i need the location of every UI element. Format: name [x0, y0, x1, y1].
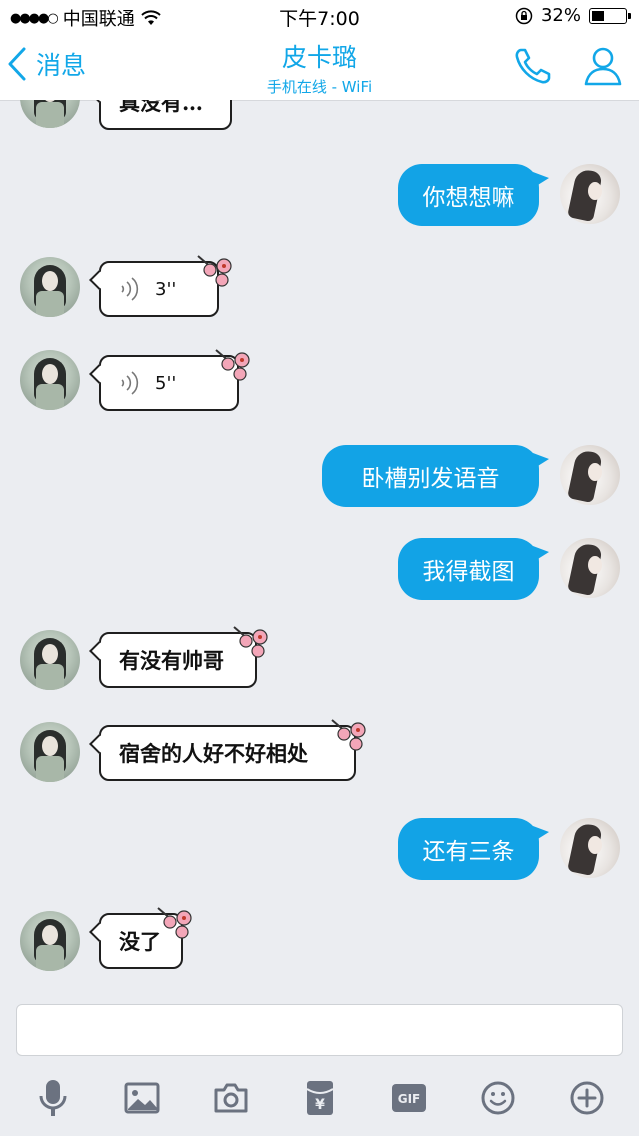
contact-avatar[interactable] — [20, 911, 80, 971]
more-button[interactable] — [565, 1076, 609, 1120]
red-packet-button[interactable]: ¥ — [298, 1076, 342, 1120]
voice-wave-icon — [121, 277, 139, 301]
orientation-lock-icon — [515, 7, 533, 24]
contact-avatar[interactable] — [20, 722, 80, 782]
voice-duration: 3'' — [155, 278, 177, 300]
red-packet-icon: ¥ — [305, 1081, 334, 1115]
status-right: 32% — [515, 5, 631, 26]
battery-icon — [589, 7, 631, 24]
message-bubble-sent[interactable]: 你想想嘛 — [398, 164, 549, 226]
image-button[interactable] — [120, 1076, 164, 1120]
image-icon — [124, 1082, 159, 1114]
my-avatar[interactable] — [560, 818, 620, 878]
flower-sticker-icon — [197, 255, 232, 287]
message-text: 没了 — [119, 929, 161, 954]
voice-wave-icon — [121, 371, 139, 395]
voice-input-button[interactable] — [31, 1076, 75, 1120]
message-text: 还有三条 — [422, 839, 515, 865]
status-bar: ●●●●○ 中国联通 下午7:00 32% — [0, 0, 639, 32]
message-bubble-received[interactable]: 真没有… — [89, 100, 232, 130]
flower-sticker-icon — [331, 719, 366, 751]
flower-sticker-icon — [215, 349, 250, 381]
microphone-icon — [39, 1080, 66, 1116]
svg-text:¥: ¥ — [315, 1097, 325, 1113]
message-text: 真没有… — [119, 100, 203, 115]
nav-actions — [511, 44, 625, 88]
message-bubble-received[interactable]: 宿舍的人好不好相处 — [89, 725, 356, 781]
battery-percent: 32% — [540, 5, 581, 26]
input-toolbar: ¥ GIF — [0, 1072, 639, 1124]
message-text: 你想想嘛 — [422, 185, 515, 211]
smiley-icon — [481, 1081, 514, 1115]
voice-duration: 5'' — [155, 372, 177, 394]
flower-sticker-icon — [157, 907, 192, 939]
camera-icon — [214, 1083, 247, 1113]
message-text: 宿舍的人好不好相处 — [119, 741, 308, 766]
phone-icon[interactable] — [511, 44, 555, 88]
nav-bar: 消息 皮卡璐 手机在线 - WiFi — [0, 32, 639, 101]
message-bubble-sent[interactable]: 我得截图 — [398, 538, 549, 600]
chat-history[interactable]: 真没有… 你想想嘛 3'' 5'' 卧槽别发语音 我得截图 有没有帅哥 宿舍的人… — [0, 100, 639, 1002]
contact-avatar[interactable] — [20, 100, 80, 128]
message-bubble-sent[interactable]: 卧槽别发语音 — [322, 445, 549, 507]
gif-button[interactable]: GIF — [387, 1076, 431, 1120]
contact-avatar[interactable] — [20, 350, 80, 410]
camera-button[interactable] — [209, 1076, 253, 1120]
compose-area: ¥ GIF — [0, 1002, 639, 1136]
message-bubble-sent[interactable]: 还有三条 — [398, 818, 549, 880]
svg-text:GIF: GIF — [397, 1092, 420, 1106]
profile-icon[interactable] — [581, 44, 625, 88]
my-avatar[interactable] — [560, 538, 620, 598]
message-text: 有没有帅哥 — [119, 648, 224, 673]
my-avatar[interactable] — [560, 445, 620, 505]
message-text: 我得截图 — [422, 559, 515, 585]
message-text: 卧槽别发语音 — [361, 466, 500, 492]
gif-icon: GIF — [391, 1084, 426, 1112]
contact-avatar[interactable] — [20, 257, 80, 317]
flower-sticker-icon — [233, 626, 268, 658]
plus-circle-icon — [570, 1081, 603, 1115]
emoji-button[interactable] — [476, 1076, 520, 1120]
contact-avatar[interactable] — [20, 630, 80, 690]
my-avatar[interactable] — [560, 164, 620, 224]
message-input[interactable] — [16, 1004, 623, 1056]
